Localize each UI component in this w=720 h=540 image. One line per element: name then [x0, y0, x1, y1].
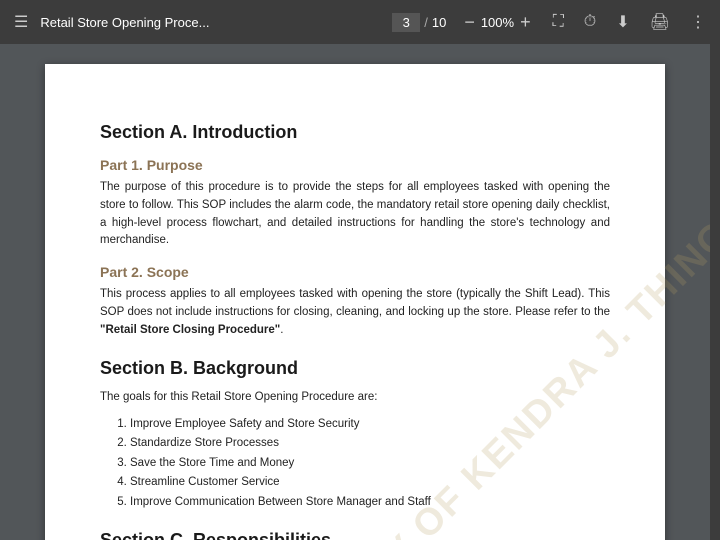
zoom-in-button[interactable]: + — [518, 12, 533, 33]
section-a: Section A. Introduction Part 1. Purpose … — [100, 122, 610, 340]
page-number-input[interactable] — [392, 13, 420, 32]
part-1-heading: Part 1. Purpose — [100, 157, 610, 173]
zoom-controls: − 100% + — [462, 12, 532, 33]
goals-list: Improve Employee Safety and Store Securi… — [130, 415, 610, 513]
zoom-level: 100% — [481, 15, 514, 30]
section-c: Section C. Responsibilities The table be… — [100, 530, 610, 540]
pdf-viewer[interactable]: PROPERTY OF KENDRA J. THING Section A. I… — [0, 44, 710, 540]
list-item: Improve Employee Safety and Store Securi… — [130, 415, 610, 435]
section-a-heading: Section A. Introduction — [100, 122, 610, 143]
right-panel — [710, 44, 720, 540]
list-item: Standardize Store Processes — [130, 434, 610, 454]
part-1: Part 1. Purpose The purpose of this proc… — [100, 157, 610, 250]
page-total: 10 — [432, 15, 446, 30]
present-icon[interactable]: ⛶ — [549, 9, 568, 35]
list-item: Save the Store Time and Money — [130, 454, 610, 474]
section-b: Section B. Background The goals for this… — [100, 358, 610, 513]
menu-icon[interactable]: ☰ — [10, 8, 32, 36]
part-2-text-2: . — [280, 324, 283, 336]
history-icon[interactable]: ⏱ — [580, 9, 600, 35]
part-2-text-1: This process applies to all employees ta… — [100, 288, 610, 318]
page-navigation: / 10 — [392, 13, 446, 32]
page-divider: / — [424, 15, 428, 30]
toolbar-right-actions: ⛶ ⏱ ⬇ 🖨 ⋮ — [549, 8, 710, 36]
more-icon[interactable]: ⋮ — [686, 8, 710, 36]
part-2: Part 2. Scope This process applies to al… — [100, 264, 610, 339]
part-2-bold: "Retail Store Closing Procedure" — [100, 324, 280, 336]
main-area: PROPERTY OF KENDRA J. THING Section A. I… — [0, 44, 720, 540]
list-item: Improve Communication Between Store Mana… — [130, 493, 610, 513]
part-2-heading: Part 2. Scope — [100, 264, 610, 280]
toolbar: ☰ Retail Store Opening Proce... / 10 − 1… — [0, 0, 720, 44]
section-c-heading: Section C. Responsibilities — [100, 530, 610, 540]
part-2-text: This process applies to all employees ta… — [100, 286, 610, 339]
pdf-page: PROPERTY OF KENDRA J. THING Section A. I… — [45, 64, 665, 540]
print-icon[interactable]: 🖨 — [646, 8, 674, 36]
section-b-heading: Section B. Background — [100, 358, 610, 379]
list-item: Streamline Customer Service — [130, 473, 610, 493]
download-icon[interactable]: ⬇ — [612, 8, 633, 36]
section-b-intro: The goals for this Retail Store Opening … — [100, 389, 610, 407]
document-title: Retail Store Opening Proce... — [40, 15, 384, 30]
zoom-out-button[interactable]: − — [462, 12, 477, 33]
part-1-text: The purpose of this procedure is to prov… — [100, 179, 610, 250]
